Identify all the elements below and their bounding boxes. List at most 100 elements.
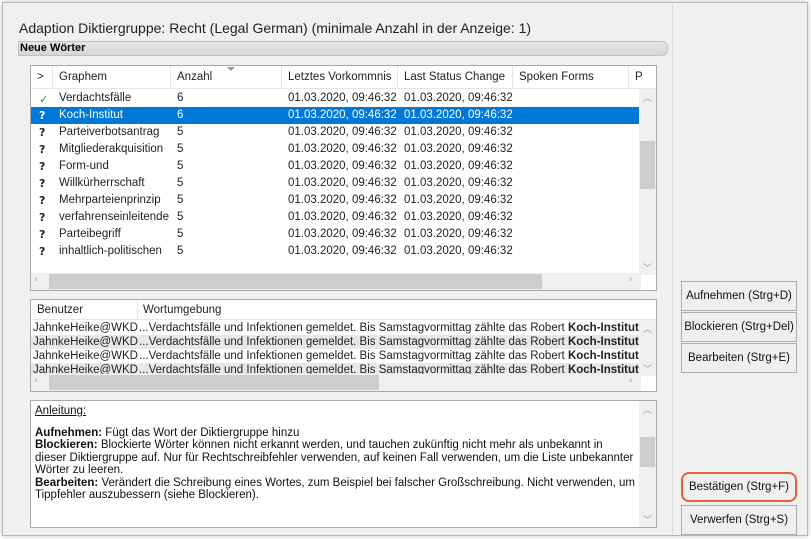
row-last-occurrence: 01.03.2020, 09:46:32 bbox=[288, 245, 397, 257]
block-word-button[interactable]: Blockieren (Strg+Del) bbox=[681, 312, 797, 342]
table-row[interactable]: ? Mehrparteienprinzip 5 01.03.2020, 09:46:3… bbox=[31, 192, 641, 209]
context-horizontal-scrollbar[interactable]: ‹ › bbox=[31, 374, 641, 391]
column-graphem[interactable]: Graphem bbox=[59, 71, 107, 83]
new-words-table[interactable]: > Graphem Anzahl Letztes Vorkommnis Last… bbox=[30, 65, 657, 291]
words-table-header: > Graphem Anzahl Letztes Vorkommnis Last… bbox=[31, 66, 656, 89]
row-grapheme: Mehrparteienprinzip bbox=[59, 194, 161, 206]
table-row[interactable]: ? Mitgliederakquisition 5 01.03.2020, 09:46… bbox=[31, 141, 641, 158]
scroll-left-icon[interactable]: ‹ bbox=[34, 275, 38, 285]
instruction-text: Verändert die Schreibung eines Wortes, z… bbox=[35, 476, 636, 502]
list-item[interactable]: JahnkeHeike@WKD ...Verdachtsfälle und Inf… bbox=[31, 349, 641, 363]
column-wortumgebung[interactable]: Wortumgebung bbox=[143, 304, 221, 316]
scroll-up-icon[interactable]: ︿ bbox=[643, 91, 652, 104]
table-row[interactable]: ? inhaltlich-politischen 5 01.03.2020, 09:4… bbox=[31, 243, 641, 260]
table-row[interactable]: ? Koch-Institut 6 01.03.2020, 09:46:32 01.03… bbox=[31, 107, 641, 124]
table-row[interactable]: ? Form-und 5 01.03.2020, 09:46:32 01.03.2020… bbox=[31, 158, 641, 175]
row-last-status-change: 01.03.2020, 09:46:32 bbox=[404, 228, 513, 240]
discard-button[interactable]: Verwerfen (Strg+S) bbox=[681, 505, 797, 535]
instruction-text: Fügt das Wort der Diktiergruppe hinzu bbox=[102, 426, 300, 439]
words-vertical-scrollbar[interactable]: ︿ ﹀ bbox=[639, 89, 656, 275]
row-last-occurrence: 01.03.2020, 09:46:32 bbox=[288, 160, 397, 172]
question-icon: ? bbox=[39, 160, 46, 173]
scroll-right-icon[interactable]: › bbox=[629, 376, 633, 386]
row-last-occurrence: 01.03.2020, 09:46:32 bbox=[288, 109, 397, 121]
sort-indicator-icon bbox=[227, 67, 235, 71]
context-text-before: ...Verdachtsfälle und Infektionen gemeld… bbox=[139, 336, 568, 348]
scroll-thumb[interactable] bbox=[49, 274, 542, 289]
instruction-item: Bearbeiten: Verändert die Schreibung ein… bbox=[35, 477, 635, 502]
column-benutzer[interactable]: Benutzer bbox=[37, 304, 83, 316]
row-grapheme: Form-und bbox=[59, 160, 109, 172]
scroll-down-icon[interactable]: ﹀ bbox=[643, 261, 652, 274]
row-last-status-change: 01.03.2020, 09:46:32 bbox=[404, 143, 513, 155]
context-user: JahnkeHeike@WKD bbox=[33, 336, 138, 348]
question-icon: ? bbox=[39, 211, 46, 224]
table-row[interactable]: ✓ Verdachtsfälle 6 01.03.2020, 09:46:32 01.0… bbox=[31, 90, 641, 107]
table-row[interactable]: ? Willkürherrschaft 5 01.03.2020, 09:46:32 0… bbox=[31, 175, 641, 192]
column-anzahl[interactable]: Anzahl bbox=[177, 71, 212, 83]
instruction-text: Blockierte Wörter können nicht erkannt w… bbox=[35, 439, 634, 476]
row-last-status-change: 01.03.2020, 09:46:32 bbox=[404, 211, 513, 223]
column-spoken-forms[interactable]: Spoken Forms bbox=[519, 71, 594, 83]
accept-word-button[interactable]: Aufnehmen (Strg+D) bbox=[681, 281, 797, 311]
question-icon: ? bbox=[39, 245, 46, 258]
question-icon: ? bbox=[39, 194, 46, 207]
row-grapheme: Verdachtsfälle bbox=[59, 92, 132, 104]
context-highlight: Koch-Institut bbox=[567, 336, 639, 348]
row-grapheme: verfahrenseinleitende bbox=[59, 211, 169, 223]
dialog-title: Adaption Diktiergruppe: Recht (Legal Ger… bbox=[19, 20, 532, 36]
context-vertical-scrollbar[interactable]: ︿ ﹀ bbox=[639, 320, 656, 376]
confirm-button[interactable]: Bestätigen (Strg+F) bbox=[681, 472, 797, 502]
instructions-vertical-scrollbar[interactable]: ︿ ﹀ bbox=[639, 401, 656, 527]
scroll-right-icon[interactable]: › bbox=[629, 275, 633, 285]
row-last-occurrence: 01.03.2020, 09:46:32 bbox=[288, 126, 397, 138]
scroll-left-icon[interactable]: ‹ bbox=[34, 376, 38, 386]
instruction-item: Aufnehmen: Fügt das Wort der Diktiergrup… bbox=[35, 427, 635, 440]
words-horizontal-scrollbar[interactable]: ‹ › bbox=[31, 273, 641, 290]
column-p[interactable]: P bbox=[635, 71, 643, 83]
column-expand[interactable]: > bbox=[37, 71, 44, 83]
scroll-up-icon[interactable]: ︿ bbox=[643, 322, 652, 335]
row-last-occurrence: 01.03.2020, 09:46:32 bbox=[288, 92, 397, 104]
scroll-down-icon[interactable]: ﹀ bbox=[643, 362, 652, 375]
scroll-thumb[interactable] bbox=[640, 141, 655, 189]
instruction-term: Blockieren: bbox=[35, 439, 98, 451]
word-context-table[interactable]: Benutzer Wortumgebung JahnkeHeike@WKD...… bbox=[30, 299, 657, 392]
row-last-status-change: 01.03.2020, 09:46:32 bbox=[404, 109, 513, 121]
scroll-thumb[interactable] bbox=[49, 375, 379, 390]
instruction-item: Blockieren: Blockierte Wörter können nic… bbox=[35, 439, 635, 477]
row-last-occurrence: 01.03.2020, 09:46:32 bbox=[288, 177, 397, 189]
list-item[interactable]: JahnkeHeike@WKD ...Verdachtsfälle und Inf… bbox=[31, 321, 641, 335]
row-count: 5 bbox=[177, 194, 184, 206]
table-row[interactable]: ? verfahrenseinleitende 5 01.03.2020, 09:46… bbox=[31, 209, 641, 226]
context-text: ...Verdachtsfälle und Infektionen gemeld… bbox=[139, 322, 641, 334]
column-last-occurrence[interactable]: Letztes Vorkommnis bbox=[288, 71, 392, 83]
row-last-occurrence: 01.03.2020, 09:46:32 bbox=[288, 228, 397, 240]
scroll-up-icon[interactable]: ︿ bbox=[643, 403, 652, 416]
row-count: 5 bbox=[177, 143, 184, 155]
context-text: ...Verdachtsfälle und Infektionen gemeld… bbox=[139, 350, 641, 362]
divider bbox=[672, 2, 673, 534]
row-grapheme: Parteibegriff bbox=[59, 228, 121, 240]
context-highlight: Koch-Institut bbox=[567, 322, 639, 334]
row-count: 5 bbox=[177, 211, 184, 223]
table-row[interactable]: ? Parteiverbotsantrag 5 01.03.2020, 09:46:3… bbox=[31, 124, 641, 141]
list-item[interactable]: JahnkeHeike@WKD ...Verdachtsfälle und Inf… bbox=[31, 335, 641, 349]
question-icon: ? bbox=[39, 126, 46, 139]
row-count: 5 bbox=[177, 177, 184, 189]
edit-word-button[interactable]: Bearbeiten (Strg+E) bbox=[681, 343, 797, 373]
row-count: 5 bbox=[177, 126, 184, 138]
table-row[interactable]: ? Parteibegriff 5 01.03.2020, 09:46:32 01.03… bbox=[31, 226, 641, 243]
scroll-thumb[interactable] bbox=[640, 437, 655, 467]
column-last-status-change[interactable]: Last Status Change bbox=[404, 71, 505, 83]
row-grapheme: Mitgliederakquisition bbox=[59, 143, 164, 155]
instructions-heading: Anleitung: bbox=[35, 405, 87, 417]
row-grapheme: Willkürherrschaft bbox=[59, 177, 145, 189]
row-last-occurrence: 01.03.2020, 09:46:32 bbox=[288, 194, 397, 206]
row-count: 5 bbox=[177, 245, 184, 257]
context-text-before: ...Verdachtsfälle und Infektionen gemeld… bbox=[139, 322, 568, 334]
scroll-down-icon[interactable]: ﹀ bbox=[643, 513, 652, 526]
context-table-header: Benutzer Wortumgebung bbox=[31, 300, 656, 320]
row-last-status-change: 01.03.2020, 09:46:32 bbox=[404, 245, 513, 257]
row-last-status-change: 01.03.2020, 09:46:32 bbox=[404, 126, 513, 138]
